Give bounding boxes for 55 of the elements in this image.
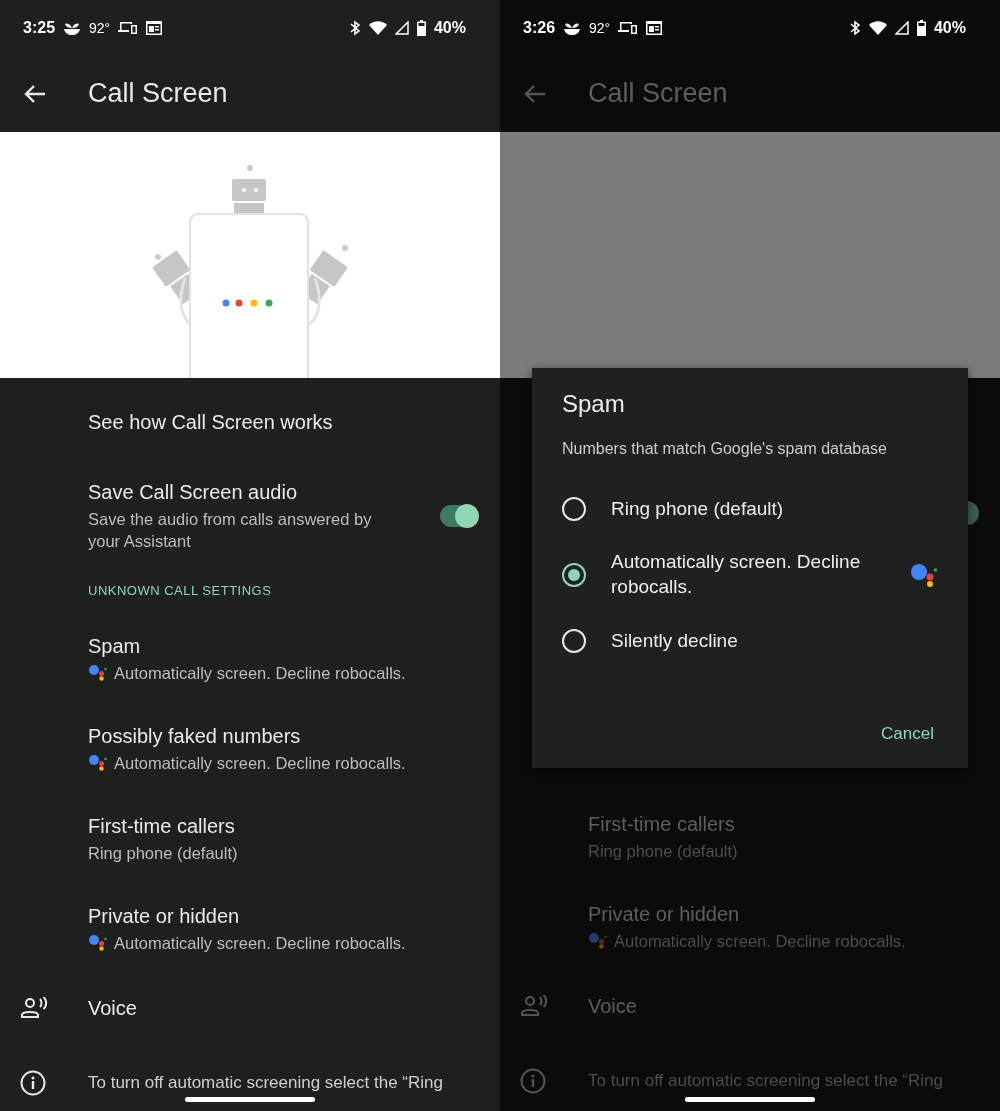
setting-value: Automatically screen. Decline robocalls. bbox=[114, 932, 406, 954]
cancel-button[interactable]: Cancel bbox=[877, 720, 938, 748]
dialog-title: Spam bbox=[562, 390, 625, 418]
status-time: 3:26 bbox=[523, 18, 556, 37]
status-time: 3:25 bbox=[23, 18, 56, 37]
option-label[interactable]: Silently decline bbox=[611, 628, 881, 654]
setting-value: Ring phone (default) bbox=[88, 842, 238, 864]
setting-title[interactable]: Private or hidden bbox=[88, 904, 240, 928]
setting-description: Save the audio from calls answered by your Assistant bbox=[88, 508, 373, 552]
setting-value: Automatically screen. Decline robocalls. bbox=[114, 752, 406, 774]
panel-icon bbox=[646, 20, 663, 35]
info-icon bbox=[520, 1068, 546, 1094]
radio-button[interactable] bbox=[562, 629, 586, 653]
info-icon bbox=[20, 1070, 46, 1096]
person-speaking-icon bbox=[20, 997, 48, 1019]
screen-title: Call Screen bbox=[88, 78, 228, 109]
battery-percentage: 40% bbox=[433, 18, 466, 37]
navigation-handle[interactable] bbox=[685, 1097, 815, 1102]
wifi-icon bbox=[368, 20, 387, 35]
section-header: UNKNOWN CALL SETTINGS bbox=[88, 582, 272, 598]
temperature: 92° bbox=[589, 19, 611, 36]
info-text: To turn off automatic screening select the “Ring bbox=[88, 1072, 443, 1094]
setting-value: Automatically screen. Decline robocalls. bbox=[614, 930, 906, 952]
info-text: To turn off automatic screening select the “Ring bbox=[588, 1070, 943, 1092]
setting-title[interactable]: Spam bbox=[88, 634, 141, 658]
panel-icon bbox=[146, 20, 163, 35]
option-label[interactable]: Ring phone (default) bbox=[611, 496, 881, 522]
battery-icon bbox=[416, 19, 426, 36]
temperature: 92° bbox=[89, 19, 111, 36]
setting-title[interactable]: Possibly faked numbers bbox=[88, 724, 301, 748]
radio-button[interactable] bbox=[562, 563, 586, 587]
battery-percentage: 40% bbox=[933, 18, 966, 37]
person-speaking-icon bbox=[520, 995, 548, 1017]
devices-icon bbox=[118, 20, 139, 35]
screen-title: Call Screen bbox=[588, 78, 728, 109]
devices-icon bbox=[618, 20, 639, 35]
setting-title: Save Call Screen audio bbox=[88, 480, 297, 504]
setting-title[interactable]: First-time callers bbox=[88, 814, 235, 838]
signal-icon bbox=[894, 20, 909, 35]
battery-icon bbox=[916, 19, 926, 36]
wifi-icon bbox=[868, 20, 887, 35]
bluetooth-icon bbox=[848, 19, 861, 36]
setting-value: Ring phone (default) bbox=[588, 840, 738, 862]
option-label[interactable]: Automatically screen. Decline robocalls. bbox=[611, 550, 881, 600]
toggle-switch[interactable] bbox=[440, 505, 478, 527]
signal-icon bbox=[394, 20, 409, 35]
setting-title[interactable]: See how Call Screen works bbox=[88, 410, 333, 434]
back-arrow-icon bbox=[524, 83, 546, 104]
navigation-handle[interactable] bbox=[185, 1097, 315, 1102]
bluetooth-icon bbox=[348, 19, 361, 36]
back-arrow-icon bbox=[24, 83, 46, 104]
dialog-description: Numbers that match Google's spam database bbox=[562, 440, 887, 458]
setting-title[interactable]: Voice bbox=[88, 996, 137, 1020]
setting-value: Automatically screen. Decline robocalls. bbox=[114, 662, 406, 684]
radio-button[interactable] bbox=[562, 497, 586, 521]
